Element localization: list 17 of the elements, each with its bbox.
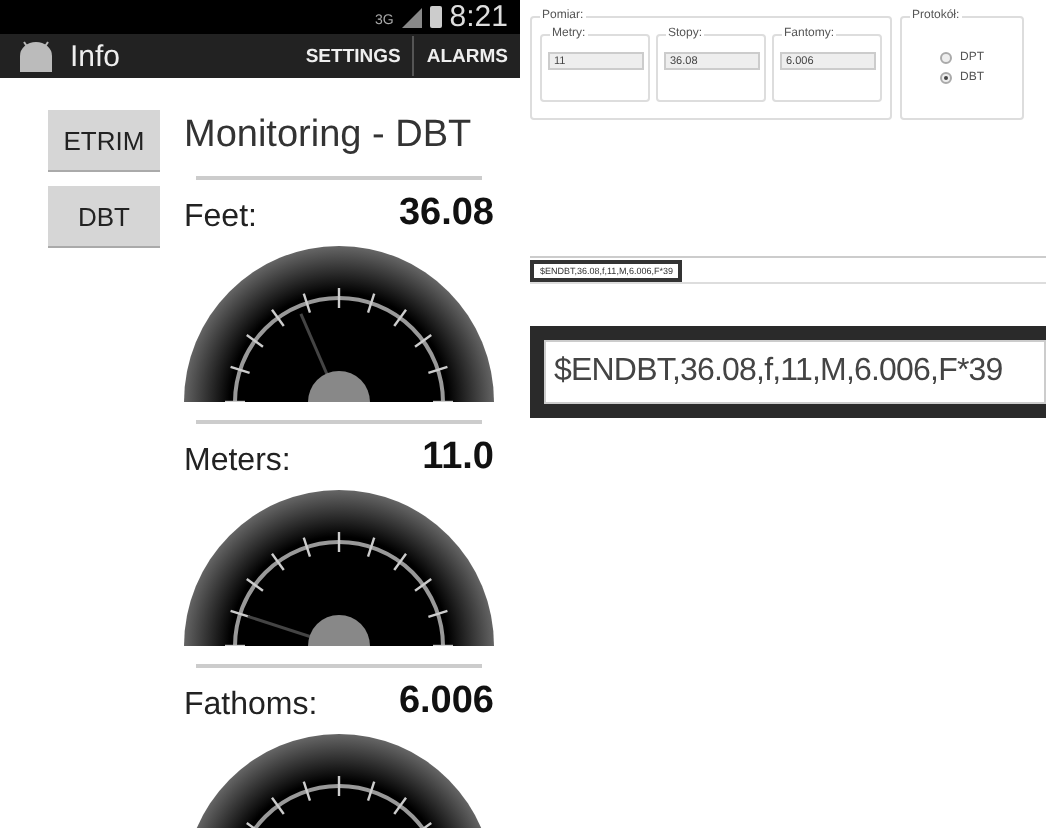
reading-label: Meters: <box>184 444 291 480</box>
reading-value: 11.0 <box>422 436 494 480</box>
clock: 8:21 <box>449 0 508 34</box>
signal-icon <box>401 7 422 27</box>
action-button[interactable]: SETTINGS <box>293 34 413 78</box>
battery-icon <box>429 6 442 28</box>
reading-label: Feet: <box>184 200 257 236</box>
reading-value: 36.08 <box>398 192 494 236</box>
reading-label: Fathoms: <box>184 688 318 724</box>
mode-button[interactable]: DBT <box>48 186 160 248</box>
screen-title: Monitoring - DBT <box>184 114 474 158</box>
app-title: Info <box>70 39 123 73</box>
reading-value: 6.006 <box>398 680 494 724</box>
action-button[interactable]: ALARMS <box>414 34 520 78</box>
android-icon <box>16 40 56 72</box>
magnified-field: $ENDBT,36.08,f,11,M,6.006,F*39 <box>544 340 1046 404</box>
mode-button[interactable]: ETRIM <box>48 110 160 172</box>
